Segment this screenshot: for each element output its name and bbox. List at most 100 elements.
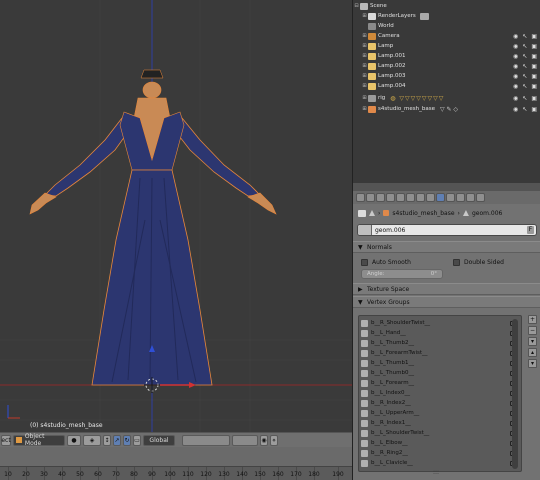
vertex-group-item[interactable]: b__L_Thumb1__	[361, 358, 515, 368]
specials-menu-icon[interactable]: ▾	[528, 337, 537, 346]
render-camera-icon[interactable]: ▣	[531, 95, 537, 102]
mode-dropdown[interactable]: Object Mode	[13, 433, 65, 447]
mesh-data-tab-icon[interactable]	[436, 193, 445, 202]
modifiers-tab-icon[interactable]	[416, 193, 425, 202]
select-arrow-icon[interactable]: ↖	[522, 95, 527, 102]
mesh-datablock-field[interactable]: geom.006 F	[357, 224, 537, 236]
properties-editor[interactable]: › s4studio_mesh_base › geom.006 geom.006…	[352, 183, 540, 480]
constraints-tab-icon[interactable]	[406, 193, 415, 202]
fake-user-button[interactable]: F	[527, 226, 534, 234]
texture-space-panel-header[interactable]: ▶ Texture Space	[353, 283, 540, 295]
render-camera-icon[interactable]: ▣	[531, 43, 537, 50]
angle-field[interactable]: Angle: 0°	[361, 269, 443, 279]
material-tab-icon[interactable]	[446, 193, 455, 202]
vertex-group-item[interactable]: b__L_ShoulderTwist__	[361, 428, 515, 438]
outliner-row-lamp-003[interactable]: ⊞ Lamp.003 ◉ ↖ ▣	[353, 71, 540, 81]
vertex-group-item[interactable]: b__R_Index1__	[361, 418, 515, 428]
move-up-icon[interactable]: ▴	[528, 348, 537, 357]
outliner-row-lamp-004[interactable]: ⊞ Lamp.004 ◉ ↖ ▣	[353, 81, 540, 91]
outliner-row-scene[interactable]: ⊟ Scene	[353, 1, 540, 11]
collapse-toggle-icon[interactable]: ⊟	[353, 3, 360, 9]
snap-icon[interactable]: ⋄	[270, 434, 278, 446]
orientation-dropdown[interactable]: Global	[143, 434, 175, 446]
vertex-group-item[interactable]: b__L_ForearmTwist__	[361, 348, 515, 358]
vertex-groups-scrollbar[interactable]	[512, 319, 518, 469]
texture-tab-icon[interactable]	[456, 193, 465, 202]
auto-smooth-checkbox[interactable]: Auto Smooth	[361, 259, 411, 266]
layers-tab-icon[interactable]	[366, 193, 375, 202]
expand-toggle-icon[interactable]: ⊞	[361, 43, 368, 49]
pivot-point-button[interactable]: ◈	[83, 434, 101, 446]
object-tab-icon[interactable]	[396, 193, 405, 202]
vertex-group-item[interactable]: b__L_Clavicle__	[361, 458, 515, 468]
normals-panel-header[interactable]: ▼ Normals	[353, 241, 540, 253]
expand-toggle-icon[interactable]: ⊞	[361, 53, 368, 59]
vertex-group-item[interactable]: b__L_Index0__	[361, 388, 515, 398]
select-arrow-icon[interactable]: ↖	[522, 63, 527, 70]
layer-buttons[interactable]	[182, 434, 230, 446]
editor-type-button[interactable]: ect	[1, 434, 11, 446]
vertex-group-item[interactable]: b__L_Forearm__	[361, 378, 515, 388]
3d-viewport[interactable]: (0) s4studio_mesh_base	[0, 0, 352, 432]
render-camera-icon[interactable]: ▣	[531, 73, 537, 80]
expand-toggle-icon[interactable]: ⊞	[361, 106, 368, 112]
scale-manipulator-icon[interactable]: ▭	[133, 434, 141, 446]
vertex-group-item[interactable]: b__L_Thumb0__	[361, 368, 515, 378]
vertex-group-item[interactable]: b__R_Index2__	[361, 398, 515, 408]
select-arrow-icon[interactable]: ↖	[522, 83, 527, 90]
visibility-eye-icon[interactable]: ◉	[513, 95, 518, 102]
visibility-eye-icon[interactable]: ◉	[513, 53, 518, 60]
rotate-manipulator-icon[interactable]: ↻	[123, 434, 131, 446]
visibility-eye-icon[interactable]: ◉	[513, 73, 518, 80]
visibility-eye-icon[interactable]: ◉	[513, 83, 518, 90]
manipulator-toggle-icon[interactable]: ↕	[103, 434, 111, 446]
vertex-group-item[interactable]: b__L_Thumb2__	[361, 338, 515, 348]
vertex-group-item[interactable]: b__R_Ring2__	[361, 448, 515, 458]
move-down-icon[interactable]: ▾	[528, 359, 537, 368]
expand-toggle-icon[interactable]: ⊞	[361, 33, 368, 39]
select-arrow-icon[interactable]: ↖	[522, 43, 527, 50]
pin-icon[interactable]	[358, 209, 366, 217]
lock-camera-icon[interactable]: ◉	[260, 434, 268, 446]
translate-manipulator-icon[interactable]: ↗	[113, 434, 121, 446]
render-camera-icon[interactable]: ▣	[531, 33, 537, 40]
visibility-eye-icon[interactable]: ◉	[513, 33, 518, 40]
layer-buttons-2[interactable]	[232, 434, 258, 446]
expand-toggle-icon[interactable]: ⊞	[361, 13, 368, 19]
double-sided-checkbox[interactable]: Double Sided	[453, 259, 504, 266]
select-arrow-icon[interactable]: ↖	[522, 106, 527, 113]
outliner[interactable]: ⊟ Scene ⊞ RenderLayers World ⊞ Camera ◉ ↖…	[352, 0, 540, 183]
outliner-row-lamp[interactable]: ⊞ Lamp ◉ ↖ ▣	[353, 41, 540, 51]
add-vertex-group-button[interactable]: +	[528, 315, 537, 324]
vertex-group-item[interactable]: b__R_ShoulderTwist__	[361, 318, 515, 328]
expand-toggle-icon[interactable]: ⊞	[361, 73, 368, 79]
remove-vertex-group-button[interactable]: −	[528, 326, 537, 335]
render-camera-icon[interactable]: ▣	[531, 63, 537, 70]
render-camera-icon[interactable]: ▣	[531, 83, 537, 90]
particles-tab-icon[interactable]	[466, 193, 475, 202]
expand-toggle-icon[interactable]: ⊞	[361, 63, 368, 69]
render-camera-icon[interactable]: ▣	[531, 106, 537, 113]
render-camera-icon[interactable]: ▣	[531, 53, 537, 60]
vertex-group-item[interactable]: b__L_Elbow__	[361, 438, 515, 448]
outliner-row-mesh[interactable]: ⊞ s4studio_mesh_base ▽ ✎ ◇ ◉ ↖ ▣	[353, 104, 540, 114]
expand-toggle-icon[interactable]: ⊞	[361, 95, 368, 101]
world-tab-icon[interactable]	[386, 193, 395, 202]
timeline[interactable]: 10 20 30 40 50 60 70 80 90 100 110 120 1…	[0, 447, 352, 480]
select-arrow-icon[interactable]: ↖	[522, 53, 527, 60]
vertex-groups-panel-header[interactable]: ▼ Vertex Groups	[353, 296, 540, 308]
select-arrow-icon[interactable]: ↖	[522, 73, 527, 80]
list-resize-grip-icon[interactable]: :::	[433, 469, 439, 476]
outliner-row-lamp-001[interactable]: ⊞ Lamp.001 ◉ ↖ ▣	[353, 51, 540, 61]
outliner-row-camera[interactable]: ⊞ Camera ◉ ↖ ▣	[353, 31, 540, 41]
expand-toggle-icon[interactable]: ⊞	[361, 83, 368, 89]
render-tab-icon[interactable]	[356, 193, 365, 202]
visibility-eye-icon[interactable]: ◉	[513, 63, 518, 70]
outliner-row-renderlayers[interactable]: ⊞ RenderLayers	[353, 11, 540, 21]
vertex-group-item[interactable]: b__L_Hand__	[361, 328, 515, 338]
vertex-groups-list[interactable]: b__R_ShoulderTwist__ b__L_Hand__ b__L_Th…	[358, 315, 522, 472]
mesh-browse-icon[interactable]	[358, 225, 372, 235]
scene-tab-icon[interactable]	[376, 193, 385, 202]
select-arrow-icon[interactable]: ↖	[522, 33, 527, 40]
vertex-group-item[interactable]: b__L_UpperArm__	[361, 408, 515, 418]
